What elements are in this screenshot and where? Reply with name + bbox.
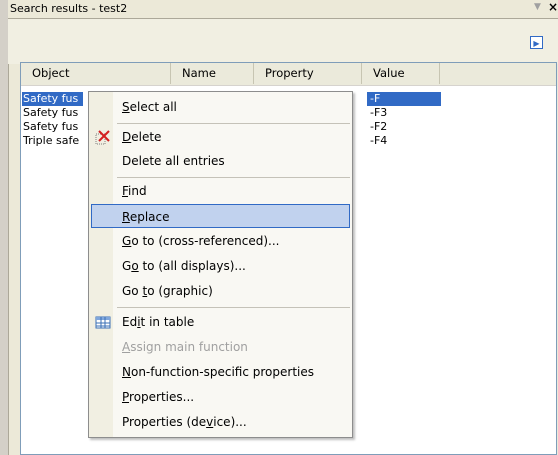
cell-value: -F2 xyxy=(370,120,388,133)
search-results-panel: Search results - test2 ▼ × ▶ Object Name… xyxy=(0,0,558,455)
menu-separator xyxy=(117,123,350,124)
menu-item-find[interactable]: Find xyxy=(91,179,350,203)
menu-item-label: Find xyxy=(122,184,147,198)
menu-item-label: Properties (device)... xyxy=(122,415,247,429)
menu-item-label: Assign main function xyxy=(122,340,248,354)
menu-item-label: Select all xyxy=(122,100,177,114)
cell-object: Safety fus xyxy=(23,120,79,133)
column-header-property[interactable]: Property xyxy=(254,63,362,84)
menu-item-replace[interactable]: Replace xyxy=(91,204,350,228)
panel-toolbar xyxy=(8,19,558,64)
menu-item-label: Delete xyxy=(122,130,162,144)
menu-item-select-all[interactable]: Select all xyxy=(91,95,350,119)
cell-value: -F4 xyxy=(370,134,388,147)
column-header-object[interactable]: Object xyxy=(21,63,171,84)
menu-item-label: Edit in table xyxy=(122,315,195,329)
panel-dock-edge xyxy=(0,0,9,455)
delete-icon xyxy=(95,130,110,145)
next-page-icon[interactable]: ▶ xyxy=(530,36,543,49)
cell-object: Safety fus xyxy=(23,106,79,119)
cell-value: -F xyxy=(367,92,441,106)
menu-item-label: Delete all entries xyxy=(122,154,225,168)
menu-item-non-function-specific-properties[interactable]: Non-function-specific properties xyxy=(91,360,350,384)
menu-separator xyxy=(117,307,350,308)
cell-object: Safety fus xyxy=(22,92,83,106)
menu-item-assign-main-function: Assign main function xyxy=(91,335,350,359)
column-header-name[interactable]: Name xyxy=(171,63,254,84)
menu-item-label: Properties... xyxy=(122,390,195,404)
cell-object: Triple safe xyxy=(23,134,80,147)
menu-item-label: Replace xyxy=(122,210,170,224)
close-icon[interactable]: × xyxy=(548,0,558,14)
column-header-value[interactable]: Value xyxy=(362,63,440,84)
table-icon xyxy=(95,316,111,329)
menu-item-go-to-graphic[interactable]: Go to (graphic) xyxy=(91,279,350,303)
panel-title: Search results - test2 xyxy=(10,2,128,15)
menu-item-properties-device[interactable]: Properties (device)... xyxy=(91,410,350,434)
context-menu: Select all Delete Delete all entries Fin… xyxy=(88,91,353,438)
column-headers: Object Name Property Value xyxy=(21,63,556,86)
menu-separator xyxy=(117,177,350,178)
menu-item-label: Go to (graphic) xyxy=(122,284,213,298)
menu-item-delete[interactable]: Delete xyxy=(91,125,350,149)
pin-icon[interactable]: ▼ xyxy=(534,2,541,12)
menu-item-go-to-cross-referenced[interactable]: Go to (cross-referenced)... xyxy=(91,229,350,253)
menu-item-label: Go to (all displays)... xyxy=(122,259,246,273)
menu-item-go-to-all-displays[interactable]: Go to (all displays)... xyxy=(91,254,350,278)
menu-item-edit-in-table[interactable]: Edit in table xyxy=(91,310,350,334)
menu-item-label: Go to (cross-referenced)... xyxy=(122,234,280,248)
panel-title-bar[interactable]: Search results - test2 ▼ × xyxy=(8,0,558,19)
menu-item-label: Non-function-specific properties xyxy=(122,365,315,379)
menu-item-delete-all-entries[interactable]: Delete all entries xyxy=(91,149,350,173)
menu-item-properties[interactable]: Properties... xyxy=(91,385,350,409)
cell-value: -F3 xyxy=(370,106,388,119)
